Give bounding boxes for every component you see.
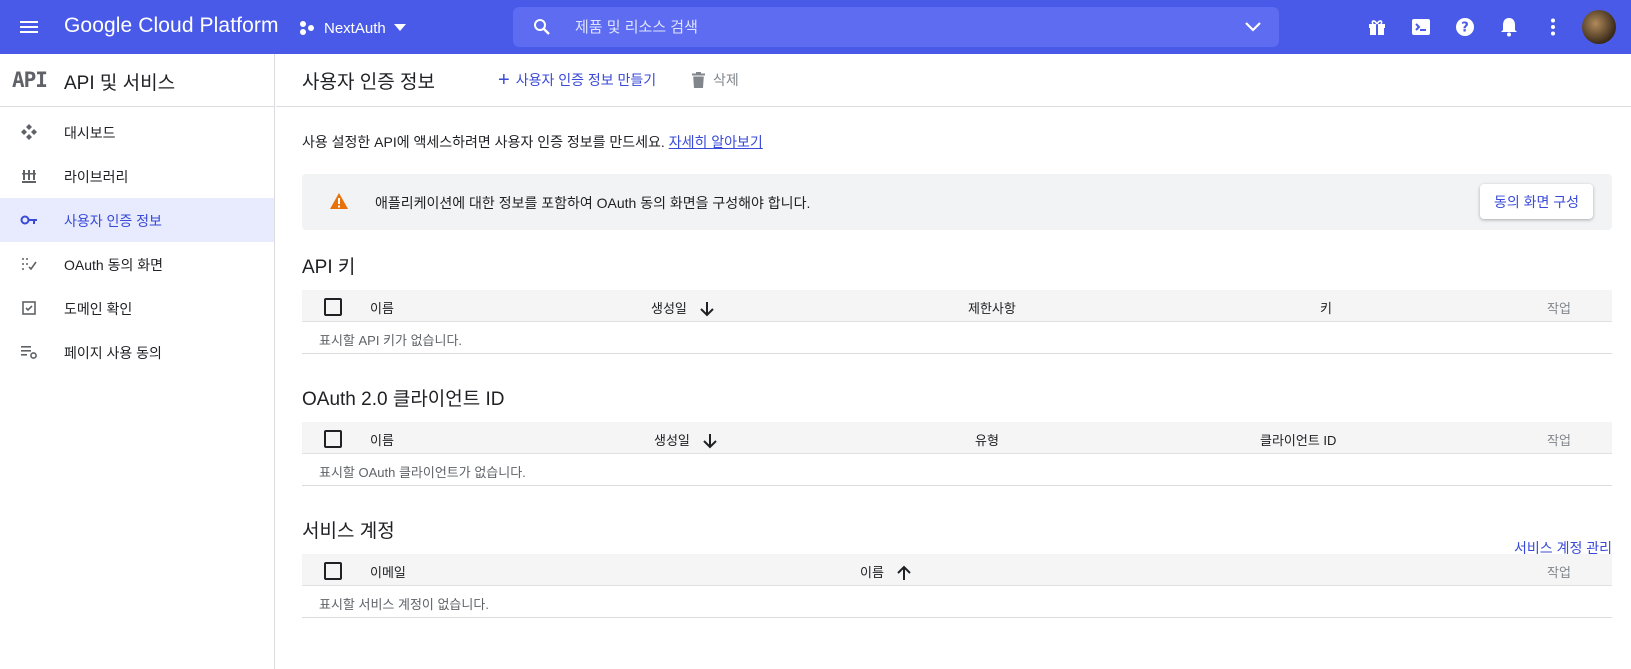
api-keys-table: 이름 생성일 제한사항 키 작업 표시할 API 키가 없습니다. <box>302 290 1612 354</box>
empty-message: 표시할 OAuth 클라이언트가 없습니다. <box>319 465 526 480</box>
arrow-down-icon <box>699 301 714 316</box>
table-row: 표시할 OAuth 클라이언트가 없습니다. <box>302 454 1612 486</box>
dashboard-icon <box>21 124 37 140</box>
configure-consent-button[interactable]: 동의 화면 구성 <box>1479 184 1593 219</box>
more-vert-icon[interactable] <box>1541 15 1565 39</box>
plus-icon: + <box>498 69 510 91</box>
intro-text: 사용 설정한 API에 액세스하려면 사용자 인증 정보를 만드세요. 자세히 … <box>302 132 763 152</box>
arrow-up-icon <box>896 565 911 580</box>
service-accounts-title: 서비스 계정 <box>302 521 395 542</box>
svg-text:?: ? <box>1461 21 1469 36</box>
table-header: 이름 생성일 유형 클라이언트 ID 작업 <box>302 422 1612 454</box>
sidebar-item-label: OAuth 동의 화면 <box>64 257 163 273</box>
key-icon <box>20 215 37 225</box>
table-header: 이메일 이름 작업 <box>302 554 1612 586</box>
sidebar-item-credentials[interactable]: 사용자 인증 정보 <box>0 198 274 242</box>
chevron-down-icon[interactable] <box>1245 21 1261 33</box>
notifications-icon[interactable] <box>1497 15 1521 39</box>
column-header-client-id: 클라이언트 ID <box>1260 433 1337 448</box>
trash-icon <box>692 72 705 88</box>
api-logo: API <box>12 68 48 92</box>
settings-list-icon <box>21 346 37 359</box>
column-header-actions: 작업 <box>1547 433 1571 448</box>
consent-icon <box>22 258 37 271</box>
delete-label: 삭제 <box>713 72 739 88</box>
gift-icon[interactable] <box>1365 15 1389 39</box>
empty-message: 표시할 서비스 계정이 없습니다. <box>319 597 489 612</box>
project-name: NextAuth <box>324 19 386 37</box>
sidebar: API API 및 서비스 대시보드 라이브러리 사용자 인증 정보 OAuth… <box>0 54 275 669</box>
sidebar-nav: 대시보드 라이브러리 사용자 인증 정보 OAuth 동의 화면 도메인 확인 … <box>0 107 274 374</box>
oauth-clients-title: OAuth 2.0 클라이언트 ID <box>302 389 505 410</box>
sidebar-item-label: 대시보드 <box>64 125 116 141</box>
column-header-created[interactable]: 생성일 <box>651 298 715 318</box>
warning-icon <box>330 193 348 209</box>
create-credentials-button[interactable]: + 사용자 인증 정보 만들기 <box>498 68 656 92</box>
column-header-label: 이름 <box>860 565 884 580</box>
select-all-checkbox[interactable] <box>324 430 342 448</box>
delete-button[interactable]: 삭제 <box>692 68 739 92</box>
sidebar-item-oauth-consent[interactable]: OAuth 동의 화면 <box>0 242 274 286</box>
service-accounts-table: 이메일 이름 작업 표시할 서비스 계정이 없습니다. <box>302 554 1612 618</box>
sidebar-item-domain-verification[interactable]: 도메인 확인 <box>0 286 274 330</box>
intro-description: 사용 설정한 API에 액세스하려면 사용자 인증 정보를 만드세요. <box>302 134 669 150</box>
column-header-type[interactable]: 유형 <box>975 430 999 449</box>
project-dots-icon <box>300 21 314 35</box>
search-icon[interactable] <box>533 18 551 36</box>
page-title: 사용자 인증 정보 <box>302 72 435 93</box>
column-header-label: 생성일 <box>651 301 687 316</box>
sidebar-item-label: 사용자 인증 정보 <box>64 213 162 229</box>
api-keys-title: API 키 <box>302 257 356 278</box>
sidebar-item-library[interactable]: 라이브러리 <box>0 154 274 198</box>
page-header: 사용자 인증 정보 + 사용자 인증 정보 만들기 삭제 <box>276 54 1631 107</box>
column-header-name[interactable]: 이름 <box>370 430 394 449</box>
sidebar-item-label: 페이지 사용 동의 <box>64 345 162 361</box>
checkbox-icon <box>22 301 36 315</box>
main-content: 사용자 인증 정보 + 사용자 인증 정보 만들기 삭제 사용 설정한 API에… <box>276 54 1631 669</box>
warning-text: 애플리케이션에 대한 정보를 포함하여 OAuth 동의 화면을 구성해야 합니… <box>375 195 811 211</box>
arrow-down-icon <box>702 433 717 448</box>
table-header: 이름 생성일 제한사항 키 작업 <box>302 290 1612 322</box>
sidebar-header: API API 및 서비스 <box>0 54 274 107</box>
caret-down-icon <box>393 24 406 31</box>
select-all-checkbox[interactable] <box>324 562 342 580</box>
menu-icon[interactable] <box>17 15 41 39</box>
column-header-label: 생성일 <box>654 433 690 448</box>
empty-message: 표시할 API 키가 없습니다. <box>319 333 463 348</box>
learn-more-link[interactable]: 자세히 알아보기 <box>669 134 763 150</box>
library-icon <box>22 170 36 183</box>
project-selector[interactable]: NextAuth <box>298 15 406 41</box>
consent-warning-banner: 애플리케이션에 대한 정보를 포함하여 OAuth 동의 화면을 구성해야 합니… <box>302 174 1612 230</box>
column-header-email[interactable]: 이메일 <box>370 562 406 581</box>
brand-title[interactable]: Google Cloud Platform <box>64 14 279 38</box>
create-credentials-label: 사용자 인증 정보 만들기 <box>515 72 657 88</box>
column-header-actions: 작업 <box>1547 301 1571 316</box>
column-header-created[interactable]: 생성일 <box>654 430 718 450</box>
sidebar-item-label: 도메인 확인 <box>64 301 133 317</box>
oauth-clients-table: 이름 생성일 유형 클라이언트 ID 작업 표시할 OAuth 클라이언트가 없… <box>302 422 1612 486</box>
table-row: 표시할 서비스 계정이 없습니다. <box>302 586 1612 618</box>
column-header-name[interactable]: 이름 <box>370 298 394 317</box>
help-icon[interactable]: ? <box>1453 15 1477 39</box>
sidebar-item-dashboard[interactable]: 대시보드 <box>0 110 274 154</box>
table-row: 표시할 API 키가 없습니다. <box>302 322 1612 354</box>
column-header-restrictions: 제한사항 <box>968 301 1016 316</box>
sidebar-item-label: 라이브러리 <box>64 169 129 185</box>
search-bar <box>513 7 1279 47</box>
search-input[interactable] <box>575 7 1195 47</box>
top-app-bar: Google Cloud Platform NextAuth 제품 및 리소스 … <box>0 0 1631 54</box>
sidebar-item-page-usage-consent[interactable]: 페이지 사용 동의 <box>0 330 274 374</box>
column-header-actions: 작업 <box>1547 565 1571 580</box>
select-all-checkbox[interactable] <box>324 298 342 316</box>
avatar[interactable] <box>1582 10 1616 44</box>
cloud-shell-icon[interactable] <box>1409 15 1433 39</box>
column-header-key: 키 <box>1320 301 1332 316</box>
column-header-name[interactable]: 이름 <box>860 562 912 582</box>
sidebar-title: API 및 서비스 <box>64 73 176 94</box>
